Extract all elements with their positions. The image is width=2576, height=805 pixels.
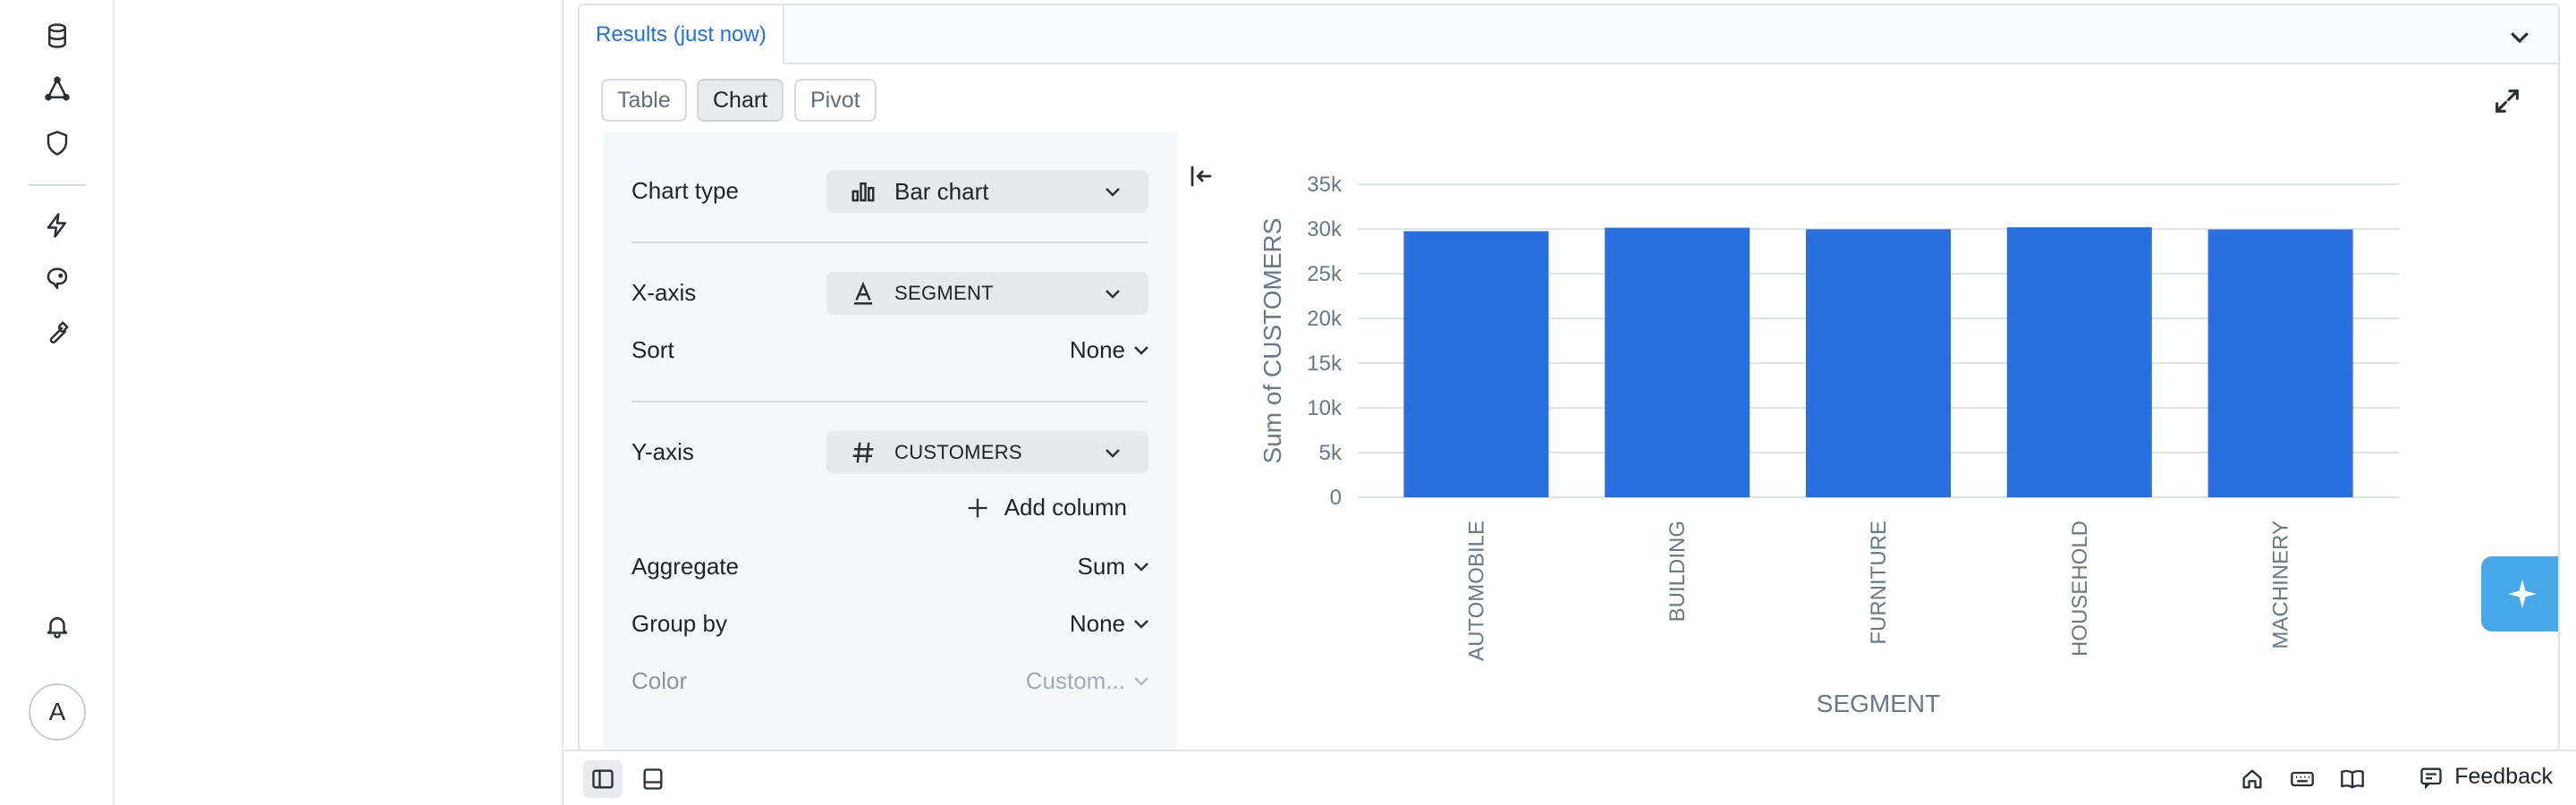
y-tick-label: 5k: [1319, 441, 1343, 465]
book-icon[interactable]: [2333, 760, 2372, 798]
divider: [631, 401, 1148, 402]
left-rail: A: [0, 0, 114, 805]
y-tick-label: 35k: [1307, 173, 1343, 197]
bar[interactable]: [2207, 229, 2353, 497]
y-axis-title: Sum of CUSTOMERS: [1258, 218, 1286, 464]
text-type-icon: [850, 280, 877, 307]
database-icon[interactable]: [39, 18, 75, 54]
sort-value[interactable]: None: [1070, 336, 1125, 364]
avatar[interactable]: A: [29, 683, 86, 741]
y-tick-label: 25k: [1307, 262, 1343, 286]
y-axis-select[interactable]: CUSTOMERS: [826, 431, 1148, 474]
y-tick-label: 20k: [1307, 307, 1343, 331]
elephant-icon[interactable]: [39, 261, 75, 297]
results-area: Results (just now) Table Chart Pivot Cha…: [564, 0, 2576, 805]
bar[interactable]: [2006, 227, 2152, 498]
bar-chart: 0 5k 10k 15k 20k 25k 30k 35k AUTOMOBILE BUILDING F…: [1258, 173, 2399, 717]
sidebar-toggle-icon[interactable]: [583, 760, 623, 798]
expand-icon[interactable]: [2492, 86, 2522, 116]
bell-icon[interactable]: [39, 608, 75, 644]
chevron-down-icon: [1102, 283, 1123, 304]
chevron-down-icon[interactable]: [2506, 23, 2533, 50]
feedback-label: Feedback: [2454, 764, 2553, 789]
y-tick-label: 10k: [1307, 396, 1343, 420]
keyboard-icon[interactable]: [2283, 760, 2322, 798]
chart-type-select[interactable]: Bar chart: [826, 170, 1148, 213]
color-label: Color: [631, 667, 688, 694]
view-chart-button[interactable]: Chart: [697, 79, 784, 122]
chevron-down-icon[interactable]: [1131, 339, 1152, 360]
chevron-down-icon: [1131, 670, 1152, 691]
hash-icon: [850, 439, 877, 466]
ai-assistant-button[interactable]: [2481, 556, 2558, 631]
bar[interactable]: [1403, 231, 1549, 497]
chevron-down-icon: [1102, 181, 1123, 202]
view-pivot-button[interactable]: Pivot: [794, 79, 877, 122]
collapse-panel-icon[interactable]: [1188, 163, 1218, 193]
chart-type-value: Bar chart: [894, 177, 989, 205]
divider: [631, 242, 1148, 243]
chevron-down-icon: [1102, 442, 1123, 463]
sparkle-icon: [2508, 580, 2537, 608]
home-icon[interactable]: [2233, 760, 2272, 798]
y-axis-label: Y-axis: [631, 438, 694, 465]
bar-chart-icon: [850, 178, 877, 205]
shield-icon[interactable]: [39, 125, 75, 161]
side-pane: [114, 0, 564, 805]
results-tab[interactable]: Results (just now): [580, 5, 784, 64]
bottom-panel-toggle-icon[interactable]: [633, 760, 673, 798]
message-icon: [2420, 767, 2442, 789]
aggregate-value[interactable]: Sum: [1078, 553, 1125, 580]
add-column-label: Add column: [1004, 494, 1127, 521]
y-tick-label: 0: [1330, 486, 1342, 510]
x-tick-label: AUTOMOBILE: [1464, 521, 1488, 661]
feedback-button[interactable]: Feedback: [2419, 764, 2553, 790]
results-card: Results (just now) Table Chart Pivot Cha…: [578, 4, 2560, 751]
x-axis-label: X-axis: [631, 279, 697, 306]
group-by-label: Group by: [631, 610, 727, 637]
view-table-button[interactable]: Table: [601, 79, 687, 122]
x-axis-select[interactable]: SEGMENT: [826, 272, 1148, 315]
rail-divider: [29, 184, 86, 186]
lightning-icon[interactable]: [39, 208, 75, 243]
x-tick-label: MACHINERY: [2269, 521, 2293, 649]
group-by-value[interactable]: None: [1070, 610, 1125, 638]
x-tick-label: HOUSEHOLD: [2068, 521, 2092, 657]
chart-type-label: Chart type: [631, 177, 739, 204]
chevron-down-icon[interactable]: [1131, 555, 1152, 577]
aggregate-label: Aggregate: [631, 553, 739, 580]
results-tabbar: Results (just now): [580, 5, 2558, 64]
bar[interactable]: [1605, 227, 1750, 497]
y-axis-value: CUSTOMERS: [894, 441, 1022, 463]
y-tick-label: 30k: [1307, 217, 1343, 242]
x-axis-title: SEGMENT: [1817, 690, 1940, 717]
wrench-icon[interactable]: [39, 315, 75, 351]
chart-config-panel: Chart type Bar chart X-axis SEGMENT Sort…: [603, 132, 1177, 750]
color-value: Custom...: [1025, 667, 1125, 694]
x-tick-label: BUILDING: [1665, 521, 1690, 622]
bar[interactable]: [1806, 229, 1951, 497]
x-axis-value: SEGMENT: [894, 282, 994, 304]
status-bar: Feedback: [564, 750, 2576, 805]
add-column-button[interactable]: Add column: [965, 494, 1127, 521]
chevron-down-icon[interactable]: [1131, 613, 1152, 634]
x-tick-label: FURNITURE: [1867, 521, 1891, 645]
y-tick-label: 15k: [1307, 352, 1343, 376]
sort-label: Sort: [631, 336, 674, 363]
triangle-nodes-icon[interactable]: [39, 72, 75, 107]
plus-icon: [968, 498, 987, 517]
